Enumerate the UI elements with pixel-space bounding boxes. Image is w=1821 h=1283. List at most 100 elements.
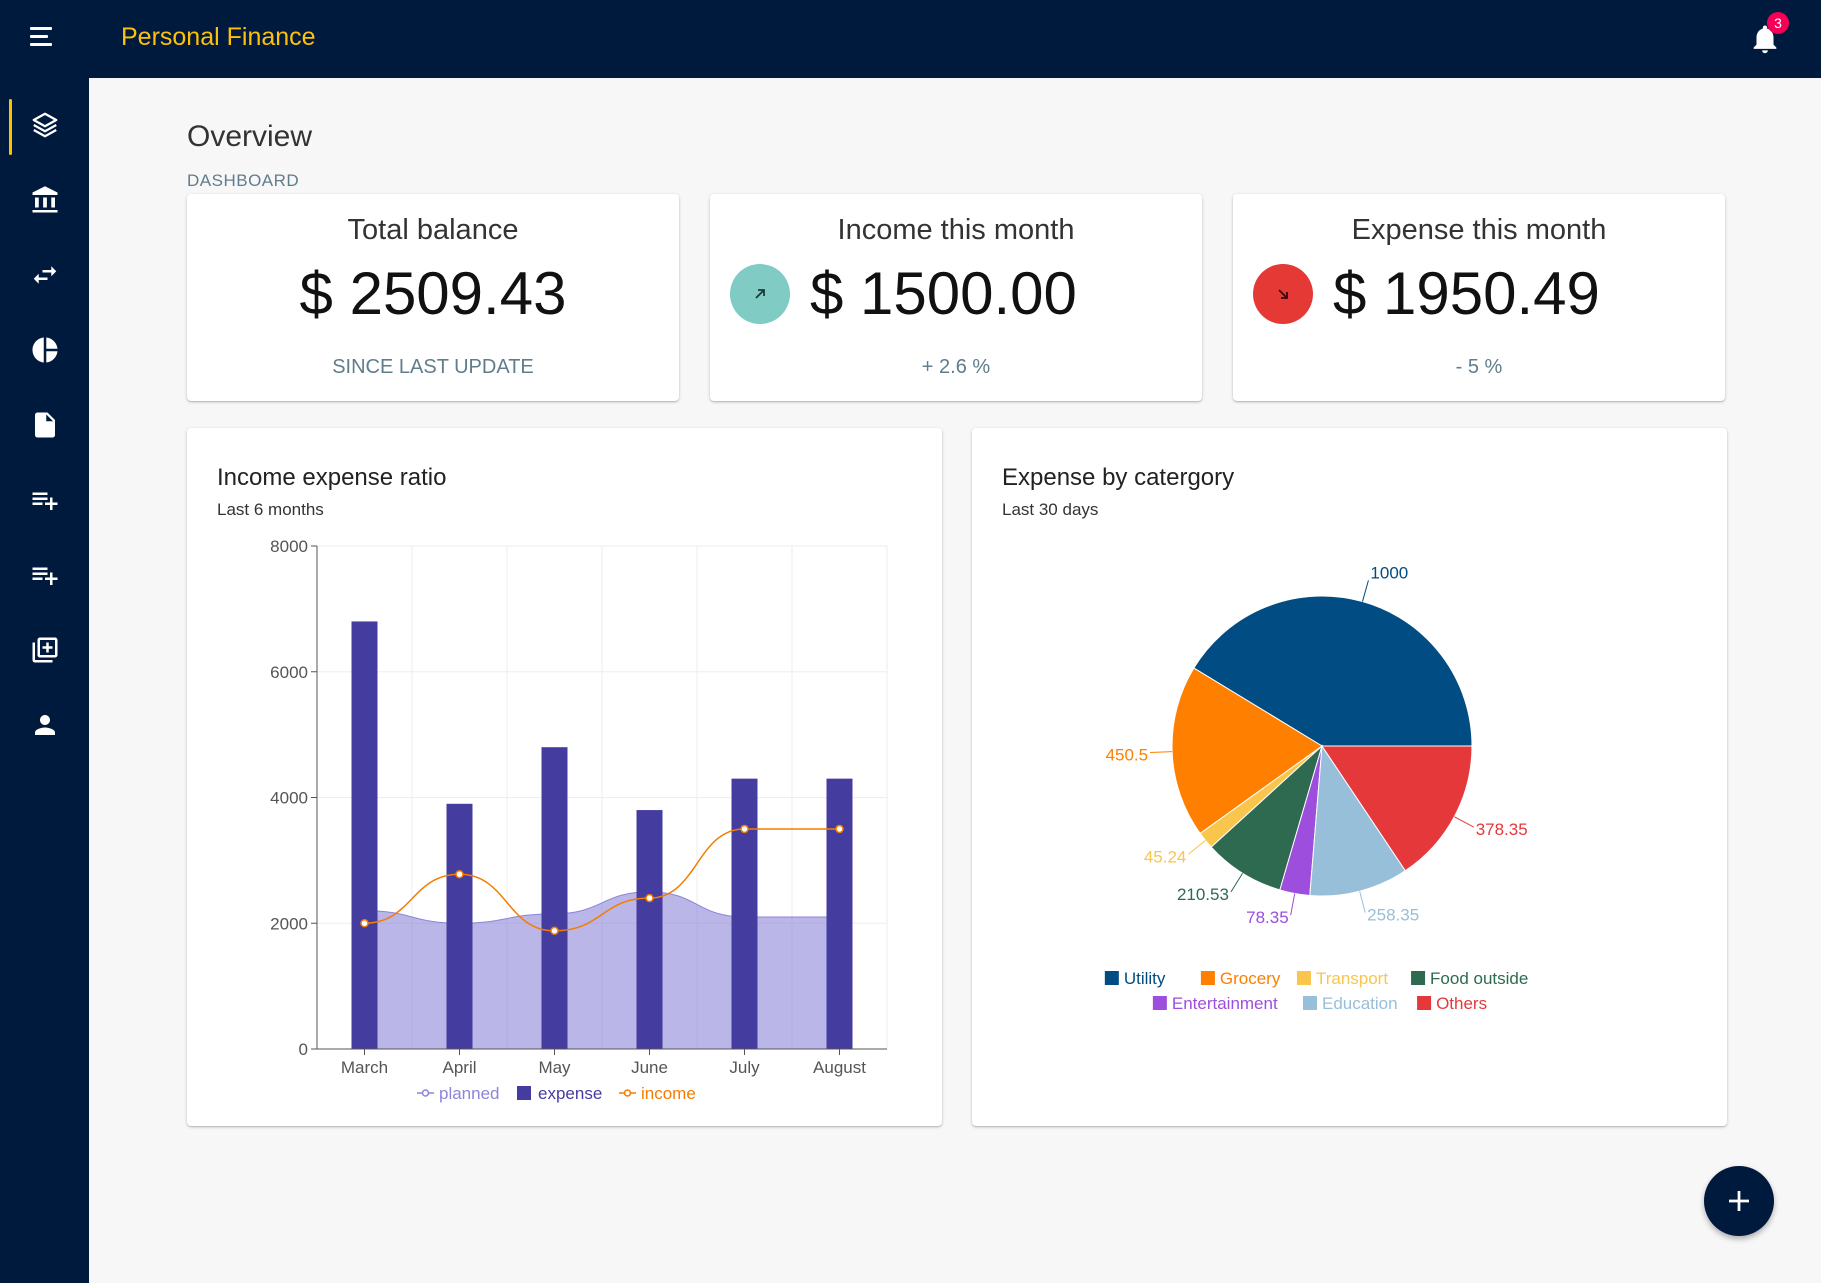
legend-income-marker <box>623 1089 632 1097</box>
legend-label: Entertainment <box>1172 994 1278 1013</box>
trending-down-icon <box>1253 264 1313 324</box>
breadcrumb: DASHBOARD <box>187 171 300 190</box>
pie-label-leader <box>1362 580 1369 602</box>
top-app-bar: Personal Finance 3 <box>0 0 1821 78</box>
sidebar-item-add-expense[interactable] <box>0 542 89 612</box>
stat-title: Expense this month <box>1351 214 1607 246</box>
x-tick-label: May <box>538 1058 571 1077</box>
stat-subtitle: + 2.6 % <box>921 356 991 378</box>
legend-label: Education <box>1322 994 1398 1013</box>
income-expense-chart: 0 2000 4000 6000 8000 March April May June July Au… <box>270 537 888 1103</box>
plus-icon <box>1729 1191 1749 1211</box>
sidebar <box>0 78 89 1283</box>
sidebar-item-reports[interactable] <box>0 317 89 387</box>
transfer-icon <box>30 260 60 295</box>
expense-bar <box>731 778 758 1049</box>
pie-data-label: 258.35 <box>1367 905 1419 924</box>
legend-marker <box>1200 971 1215 985</box>
x-tick-label: August <box>813 1058 866 1077</box>
stat-subtitle: - 5 % <box>1455 356 1503 378</box>
income-month-card: Income this month $ 1500.00 + 2.6 % <box>710 194 1202 401</box>
pie-data-label: 1000 <box>1370 563 1408 582</box>
trending-up-icon <box>730 264 790 324</box>
income-point <box>550 926 559 936</box>
pie-data-label: 78.35 <box>1246 908 1289 927</box>
bank-icon <box>30 185 60 220</box>
pie-label-leader <box>1150 751 1173 754</box>
legend-label: Transport <box>1316 969 1388 988</box>
legend-marker <box>1296 971 1311 985</box>
legend-label: Food outside <box>1430 969 1528 988</box>
stat-value: $ 2509.43 <box>299 260 567 327</box>
layers-icon <box>30 110 60 145</box>
x-tick-label: July <box>729 1058 760 1077</box>
expense-bar <box>351 621 378 1049</box>
pie-label-leader <box>1290 893 1296 916</box>
sidebar-item-profile[interactable] <box>0 692 89 762</box>
stat-title: Income this month <box>837 214 1075 246</box>
y-tick-label: 4000 <box>270 789 308 808</box>
sidebar-item-accounts[interactable] <box>0 167 89 237</box>
legend-expense-label: expense <box>538 1084 602 1103</box>
sidebar-item-transactions[interactable] <box>0 242 89 312</box>
x-tick-label: March <box>341 1058 388 1077</box>
expense-month-card: Expense this month $ 1950.49 - 5 % <box>1233 194 1725 401</box>
expense-category-chart: 1000 450.5 45.24 210.53 78.35 258.35 378.35 Uti… <box>1104 563 1528 1013</box>
legend-label: Others <box>1436 994 1487 1013</box>
notification-badge: 3 <box>1767 12 1789 34</box>
pie-label-leader <box>1188 840 1206 855</box>
pie-data-label: 450.5 <box>1106 746 1149 765</box>
y-tick-label: 2000 <box>270 914 308 933</box>
x-tick-label: June <box>631 1058 668 1077</box>
expense-bar <box>541 747 568 1049</box>
pie-chart-icon <box>30 335 60 370</box>
income-expense-ratio-card: Income expense ratio Last 6 months 0 2000… <box>187 428 942 1126</box>
y-tick-label: 0 <box>299 1040 308 1059</box>
sidebar-item-add-income[interactable] <box>0 467 89 537</box>
expense-bar <box>446 803 473 1049</box>
sidebar-item-overview[interactable] <box>0 92 89 162</box>
legend-label: Grocery <box>1220 969 1281 988</box>
income-point <box>835 824 844 834</box>
person-icon <box>30 710 60 745</box>
total-balance-card: Total balance $ 2509.43 SINCE LAST UPDAT… <box>187 194 679 401</box>
legend-expense-marker <box>517 1086 531 1100</box>
legend-marker <box>1104 971 1119 985</box>
legend-marker <box>1152 996 1167 1010</box>
income-point <box>455 869 464 879</box>
stat-value: $ 1950.49 <box>1333 260 1600 327</box>
income-point <box>360 919 369 928</box>
y-tick-label: 8000 <box>270 537 308 556</box>
expense-bar <box>636 810 663 1049</box>
income-point <box>740 824 749 834</box>
stat-value: $ 1500.00 <box>810 260 1077 327</box>
pie-label-leader <box>1230 872 1244 893</box>
playlist-add-icon <box>30 485 60 520</box>
legend-marker <box>1417 996 1432 1010</box>
legend-label: Utility <box>1124 969 1166 988</box>
pie-data-label: 45.24 <box>1144 847 1187 866</box>
legend-planned-label: planned <box>439 1084 500 1103</box>
add-button[interactable] <box>1704 1166 1774 1236</box>
legend-planned-marker <box>421 1089 430 1097</box>
pie-data-label: 210.53 <box>1177 885 1229 904</box>
legend-marker <box>1302 996 1317 1010</box>
expense-bar <box>826 778 853 1049</box>
page-title: Overview <box>187 120 313 153</box>
planned-area <box>364 891 840 1050</box>
playlist-add-icon <box>30 560 60 595</box>
sidebar-item-documents[interactable] <box>0 392 89 462</box>
app-title: Personal Finance <box>121 23 316 51</box>
stat-title: Total balance <box>347 214 519 246</box>
pie-data-label: 378.35 <box>1476 820 1528 839</box>
legend-income-label: income <box>641 1084 696 1103</box>
income-point <box>645 893 654 903</box>
y-tick-label: 6000 <box>270 663 308 682</box>
menu-icon[interactable] <box>30 27 60 51</box>
stat-subtitle: SINCE LAST UPDATE <box>332 356 534 378</box>
expense-category-card: Expense by catergory Last 30 days 1000 45… <box>972 428 1727 1126</box>
legend-marker <box>1411 971 1426 985</box>
file-icon <box>30 410 60 445</box>
sidebar-item-add-category[interactable] <box>0 617 89 687</box>
library-add-icon <box>30 635 60 670</box>
